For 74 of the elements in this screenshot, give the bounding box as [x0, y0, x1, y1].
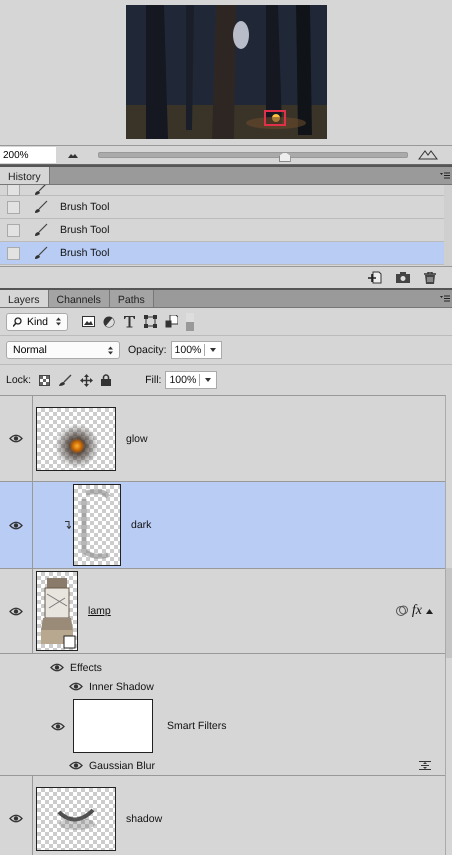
brush-icon [32, 200, 48, 214]
eye-icon[interactable] [9, 814, 23, 823]
filter-dropdown[interactable]: Kind [6, 312, 68, 330]
opacity-label: Opacity: [128, 344, 167, 356]
panel-tab[interactable]: History [0, 167, 50, 184]
history-item[interactable]: Brush Tool [0, 242, 444, 265]
smart-object-filter-icon[interactable] [165, 315, 178, 328]
brush-icon [32, 185, 48, 196]
filter-options-icon[interactable] [419, 761, 431, 770]
panel-tab[interactable]: Channels [48, 290, 110, 307]
lock-icon[interactable] [101, 374, 112, 386]
caret-icon[interactable] [210, 348, 216, 352]
layer-mask-thumbnail[interactable] [73, 484, 121, 566]
trash-icon[interactable] [424, 272, 436, 284]
effects-badge[interactable]: fx [412, 603, 422, 619]
eye-icon[interactable] [9, 520, 23, 530]
zoom-field[interactable]: 200% [0, 147, 56, 163]
layer-name: glow [126, 432, 148, 444]
eye-icon[interactable] [9, 606, 23, 616]
stepper-icon [56, 317, 61, 326]
layer-name: shadow [126, 812, 162, 824]
layer-thumbnail[interactable] [36, 786, 116, 850]
search-icon [13, 316, 22, 326]
move-icon[interactable] [80, 374, 94, 386]
layer-row[interactable]: lamp fx [0, 569, 445, 654]
panel-tab[interactable]: Paths [110, 290, 154, 307]
eye-icon[interactable] [51, 722, 65, 730]
fill-label: Fill: [145, 374, 162, 386]
expand-caret-icon[interactable] [426, 608, 433, 614]
menu-icon[interactable] [440, 172, 450, 179]
lock-transparency-icon[interactable] [39, 374, 50, 386]
view-box[interactable] [264, 110, 286, 126]
type-filter-icon[interactable] [123, 315, 136, 328]
layer-name: lamp [88, 605, 111, 617]
lock-label: Lock: [6, 374, 32, 386]
new-document-icon[interactable] [368, 271, 382, 284]
slider-thumb[interactable] [278, 152, 291, 162]
eye-icon[interactable] [9, 434, 23, 443]
snapshot-checkbox[interactable] [7, 246, 20, 260]
snapshot-checkbox[interactable] [7, 185, 20, 196]
layer-row[interactable]: shadow [0, 776, 445, 855]
shape-filter-icon[interactable] [144, 315, 157, 328]
caret-icon[interactable] [205, 378, 212, 382]
stepper-icon [108, 346, 113, 354]
filter-toggle[interactable] [186, 312, 194, 330]
brush-icon [32, 223, 48, 237]
link-icon [396, 605, 408, 617]
layer-row[interactable]: glow [0, 396, 445, 482]
brush-icon[interactable] [58, 374, 72, 386]
layer-row[interactable]: dark [0, 482, 445, 569]
brush-icon [32, 246, 48, 260]
eye-icon[interactable] [50, 663, 64, 672]
image-filter-icon[interactable] [82, 316, 95, 327]
zoom-in-icon[interactable] [418, 150, 438, 160]
filter-mask-thumbnail[interactable] [73, 699, 153, 753]
eye-icon[interactable] [69, 682, 83, 691]
history-item[interactable]: Brush Tool [0, 196, 444, 219]
blend-mode-dropdown[interactable]: Normal [6, 341, 120, 359]
eye-icon[interactable] [69, 761, 83, 770]
layer-name: dark [131, 519, 152, 531]
snapshot-checkbox[interactable] [7, 200, 20, 214]
menu-icon[interactable] [440, 295, 450, 302]
effect-name: Inner Shadow [89, 680, 154, 692]
panel-tab[interactable]: Layers [0, 290, 49, 307]
smart-filters-label: Smart Filters [167, 720, 227, 732]
camera-icon[interactable] [396, 272, 410, 283]
fill-field[interactable]: 100% [165, 371, 218, 389]
filter-name: Gaussian Blur [89, 760, 155, 772]
effects-label: Effects [70, 662, 102, 674]
layer-thumbnail[interactable] [36, 406, 116, 470]
opacity-field[interactable]: 100% [170, 341, 222, 359]
scrollbar-thumb[interactable] [446, 568, 452, 658]
adjustment-filter-icon[interactable] [103, 316, 115, 328]
snapshot-checkbox[interactable] [7, 224, 20, 236]
